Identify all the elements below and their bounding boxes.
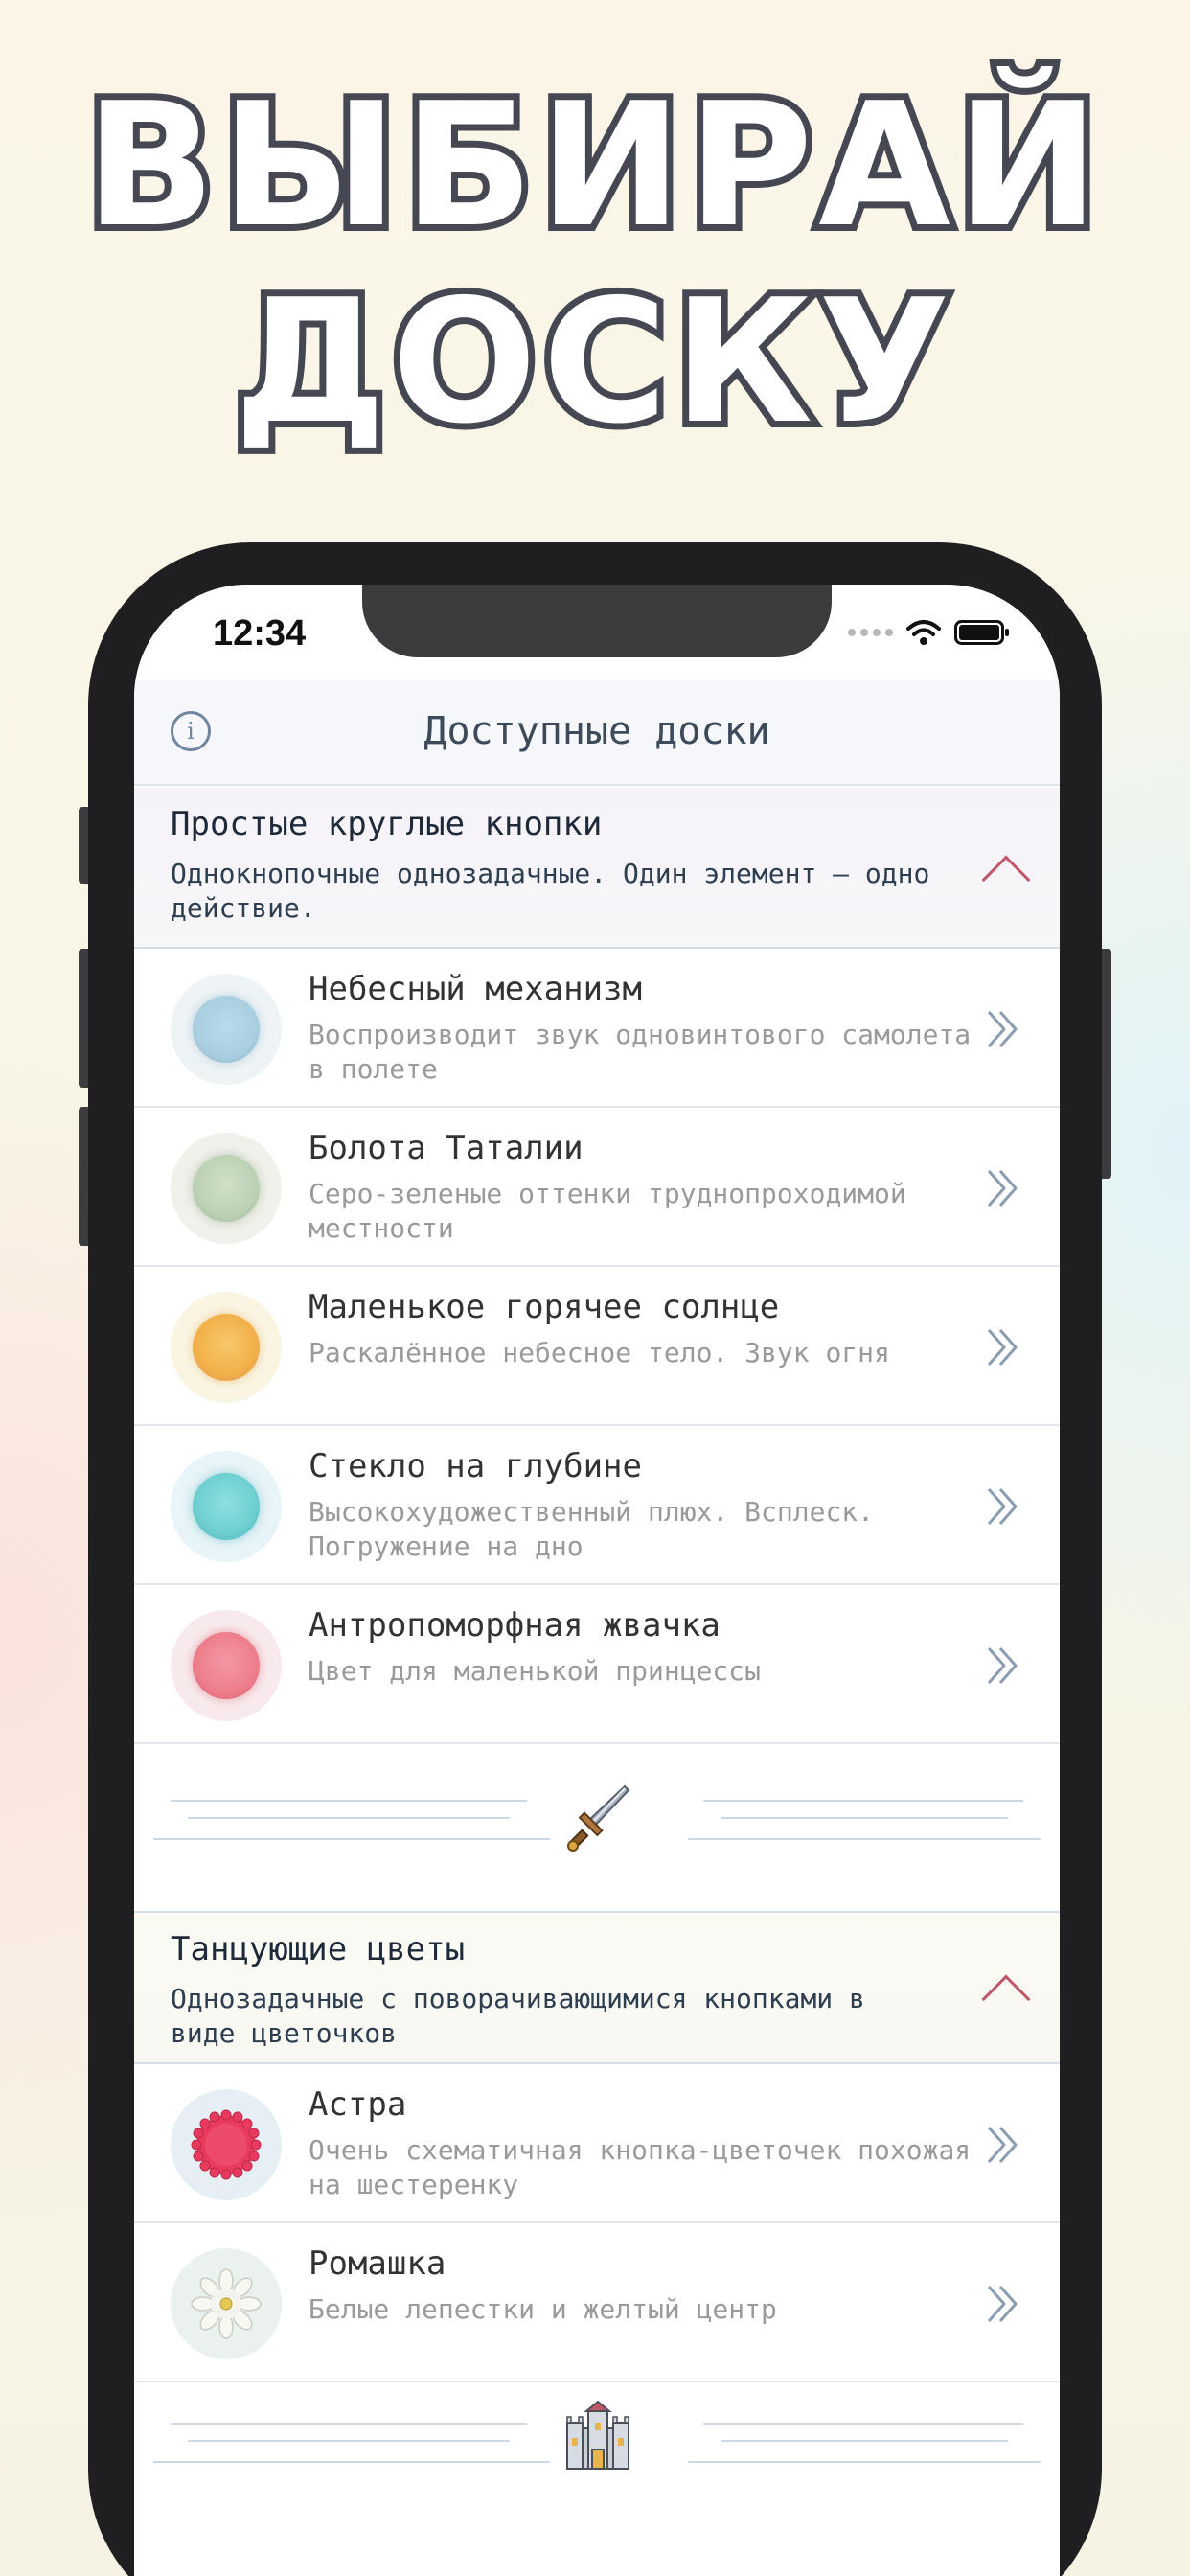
orb-button-icon — [171, 1610, 282, 1721]
hero-title-line-2: ДОСКУ — [227, 257, 956, 467]
item-subtitle: Белые лепестки и желтый центр — [309, 2293, 777, 2325]
double-chevron-right-icon — [987, 1488, 1018, 1525]
orb-button-icon — [171, 974, 282, 1085]
chevron-up-icon[interactable] — [981, 1974, 1031, 2024]
section-header-simple-buttons[interactable]: Простые круглые кнопки Однокнопочные одн… — [134, 788, 1060, 949]
list-item[interactable]: Болота Таталии Серо-зеленые оттенки труд… — [134, 1108, 1060, 1267]
section-description: Однозадачные с поворачивающимися кнопкам… — [171, 1983, 865, 2049]
list-item[interactable]: Маленькое горячее солнце Раскалённое неб… — [134, 1267, 1060, 1426]
orb-button-icon — [171, 1451, 282, 1562]
orb-button-icon — [171, 1292, 282, 1403]
notch — [362, 585, 832, 657]
item-subtitle: Высокохудожественный плюх. Всплеск. Погр… — [309, 1496, 875, 1562]
double-chevron-right-icon — [987, 1329, 1018, 1366]
flower-button-icon — [171, 2089, 282, 2200]
item-title: Небесный механизм — [309, 970, 642, 1008]
double-chevron-right-icon — [987, 2127, 1018, 2163]
section-divider-castle — [134, 2386, 1060, 2501]
item-subtitle: Серо-зеленые оттенки труднопроходимой ме… — [309, 1178, 906, 1244]
flower-button-icon — [171, 2248, 282, 2359]
chevron-up-icon[interactable] — [981, 855, 1031, 905]
list-item[interactable]: Антропоморфная жвачка Цвет для маленькой… — [134, 1585, 1060, 1744]
item-title: Ромашка — [309, 2244, 446, 2283]
signal-icon — [848, 629, 893, 636]
item-title: Болота Таталии — [309, 1129, 584, 1167]
section-title: Простые круглые кнопки — [171, 805, 603, 843]
nav-title: Доступные доски — [423, 709, 770, 753]
list-item[interactable]: Небесный механизм Воспроизводит звук одн… — [134, 949, 1060, 1108]
status-icons — [848, 619, 1010, 646]
section-title: Танцующие цветы — [171, 1930, 466, 1968]
double-chevron-right-icon — [987, 1647, 1018, 1684]
list-item[interactable]: Стекло на глубине Высокохудожественный п… — [134, 1426, 1060, 1585]
list-item[interactable]: Ромашка Белые лепестки и желтый центр — [134, 2223, 1060, 2382]
item-subtitle: Очень схематичная кнопка-цветочек похожа… — [309, 2134, 972, 2200]
castle-icon — [566, 2400, 629, 2470]
section-divider-sword — [134, 1763, 1060, 1878]
item-subtitle: Воспроизводит звук одновинтового самолет… — [309, 1019, 972, 1085]
item-subtitle: Цвет для маленькой принцессы — [309, 1655, 762, 1687]
wifi-icon — [906, 620, 941, 645]
double-chevron-right-icon — [987, 1170, 1018, 1207]
item-title: Стекло на глубине — [309, 1447, 642, 1485]
item-title: Антропоморфная жвачка — [309, 1606, 721, 1644]
item-subtitle: Раскалённое небесное тело. Звук огня — [309, 1337, 890, 1368]
section-header-dancing-flowers[interactable]: Танцующие цветы Однозадачные с поворачив… — [134, 1911, 1060, 2064]
item-title: Маленькое горячее солнце — [309, 1288, 780, 1326]
nav-bar: i Доступные доски — [134, 680, 1060, 786]
list-item[interactable]: Астра Очень схематичная кнопка-цветочек … — [134, 2064, 1060, 2223]
hero-title: ВЫБИРАЙ ДОСКУ — [0, 60, 1190, 467]
status-time: 12:34 — [213, 613, 307, 654]
hero-title-line-1: ВЫБИРАЙ — [79, 60, 1106, 270]
phone-screen: 12:34 i Доступные доски Простые круглые … — [134, 585, 1060, 2576]
battery-icon — [954, 620, 1009, 645]
double-chevron-right-icon — [987, 1011, 1018, 1047]
double-chevron-right-icon — [987, 2286, 1018, 2322]
orb-button-icon — [171, 1133, 282, 1244]
sword-icon — [567, 1784, 630, 1852]
item-title: Астра — [309, 2085, 407, 2124]
section-description: Однокнопочные однозадачные. Один элемент… — [171, 858, 930, 924]
